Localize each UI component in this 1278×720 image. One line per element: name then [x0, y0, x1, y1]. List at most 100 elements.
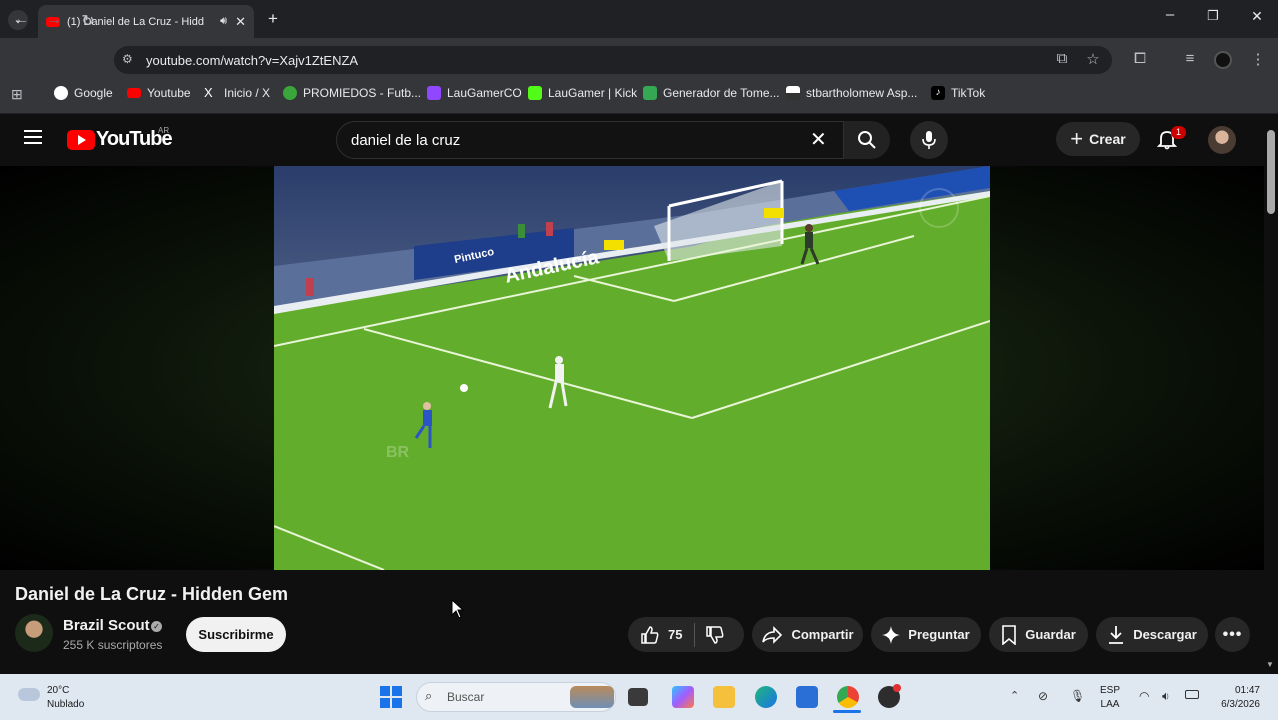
subscribe-button[interactable]: Suscribirme: [186, 617, 286, 652]
site-info-icon[interactable]: ⚙︎: [122, 52, 133, 66]
taskbar-search-placeholder: Buscar: [447, 690, 485, 704]
clear-search-icon[interactable]: ✕: [810, 127, 827, 152]
channel-name[interactable]: Brazil Scout: [63, 617, 150, 634]
language-top: ESP: [1100, 685, 1121, 696]
clock[interactable]: 01:47 6/3/2026: [1212, 684, 1260, 712]
microphone-icon: [922, 131, 936, 149]
browser-menu-icon[interactable]: ⋮: [1248, 50, 1268, 68]
battery-icon[interactable]: [1185, 690, 1199, 699]
share-button[interactable]: Compartir: [752, 617, 863, 652]
video-frame[interactable]: Andalucía Pintuco BR: [274, 166, 990, 570]
wifi-icon[interactable]: ◠: [1139, 689, 1149, 703]
bookmark-generador[interactable]: Generador de Tome...: [643, 86, 780, 100]
url-text: youtube.com/watch?v=Xajv1ZtENZA: [146, 52, 359, 68]
task-view-icon[interactable]: [628, 688, 648, 706]
weather-condition: Nublado: [47, 699, 85, 710]
bookmark-star-icon[interactable]: ☆: [1083, 50, 1103, 68]
guide-menu-icon[interactable]: [24, 130, 42, 144]
close-window-icon[interactable]: ✕: [1247, 8, 1267, 25]
x-logo-icon: X: [204, 85, 213, 100]
minimize-icon[interactable]: –: [1160, 6, 1180, 23]
download-icon: [1109, 625, 1124, 644]
thumbs-down-icon: [706, 625, 724, 644]
bookmark-youtube[interactable]: Youtube: [127, 86, 191, 100]
create-button[interactable]: + Crear: [1056, 122, 1140, 156]
tab-close-icon[interactable]: ✕: [235, 14, 246, 30]
bookmark-x[interactable]: X Inicio / X: [204, 85, 271, 101]
scrollbar-thumb[interactable]: [1267, 130, 1275, 214]
new-tab-icon[interactable]: +: [263, 9, 283, 29]
google-icon: [54, 86, 68, 100]
search-highlight-image[interactable]: [570, 686, 614, 708]
copilot-icon[interactable]: [672, 686, 694, 708]
search-input[interactable]: daniel de la cruz: [336, 121, 844, 159]
taskbar-search-icon: ⌕: [425, 688, 433, 703]
voice-search-button[interactable]: [910, 121, 948, 159]
back-icon[interactable]: ←: [10, 11, 32, 29]
bookmark-kick[interactable]: LauGamer | Kick: [528, 86, 637, 100]
kick-icon: [528, 86, 542, 100]
channel-watermark: BR: [386, 444, 410, 461]
soccer-field-image: [274, 166, 990, 570]
country-code: AR: [158, 126, 170, 135]
like-count: 75: [668, 627, 683, 642]
install-app-icon[interactable]: ⧉: [1052, 50, 1072, 67]
profile-icon[interactable]: [1214, 51, 1232, 69]
thumbs-up-icon: [641, 625, 659, 644]
like-dislike-group: 75: [628, 617, 744, 652]
store-icon[interactable]: [796, 686, 818, 708]
bookmark-label: stbartholomew Asp...: [806, 86, 918, 100]
bookmark-label: PROMIEDOS - Futb...: [303, 86, 422, 100]
channel-avatar[interactable]: [15, 614, 53, 652]
restore-window-icon[interactable]: ❐: [1203, 8, 1223, 24]
video-title: Daniel de La Cruz - Hidden Gem: [15, 584, 289, 604]
bookmark-promiedos[interactable]: PROMIEDOS - Futb...: [283, 86, 421, 100]
media-controls-icon[interactable]: ≡: [1180, 50, 1200, 67]
save-button[interactable]: Guardar: [989, 617, 1088, 652]
bookmark-label: Inicio / X: [224, 86, 271, 100]
bookmark-google[interactable]: Google: [54, 86, 113, 100]
language-indicator[interactable]: ESP LAA: [1100, 684, 1120, 712]
bookmark-label: Generador de Tome...: [663, 86, 780, 100]
weather-widget[interactable]: 20°C Nublado: [47, 684, 84, 712]
notification-badge: 1: [1171, 126, 1186, 139]
forward-icon[interactable]: →: [43, 11, 65, 29]
save-label: Guardar: [1025, 627, 1076, 642]
sparkle-icon: [882, 625, 901, 644]
microphone-tray-icon[interactable]: 🎙︎: [1070, 689, 1085, 703]
windows-start-icon[interactable]: [380, 686, 402, 708]
bookmark-label: Youtube: [147, 86, 191, 100]
share-icon: [762, 625, 783, 644]
more-actions-icon[interactable]: •••: [1215, 617, 1250, 652]
bookmark-twitch[interactable]: LauGamerCO: [427, 86, 522, 100]
plus-icon: +: [1070, 126, 1084, 151]
download-button[interactable]: Descargar: [1096, 617, 1208, 652]
show-hidden-icons-icon[interactable]: ⌃: [1010, 689, 1019, 702]
browser-tab-active[interactable]: (1) Daniel de La Cruz - Hidd 🔊︎ ✕: [38, 5, 254, 38]
volume-icon[interactable]: 🔉︎: [1162, 689, 1170, 704]
search-button[interactable]: [844, 121, 890, 159]
bookmark-tiktok[interactable]: ♪ TikTok: [931, 86, 985, 100]
ask-button[interactable]: Preguntar: [871, 617, 981, 652]
bookmark-stbartholomew[interactable]: stbartholomew Asp...: [786, 86, 917, 100]
youtube-logo-icon[interactable]: [67, 130, 95, 150]
file-explorer-icon[interactable]: [713, 686, 735, 708]
scroll-down-arrow-icon[interactable]: ▼: [1266, 660, 1274, 669]
apps-grid-icon[interactable]: ⊞: [11, 86, 23, 103]
clock-date: 6/3/2026: [1221, 699, 1260, 710]
network-off-icon[interactable]: ⊘: [1038, 689, 1048, 703]
ask-label: Preguntar: [908, 627, 970, 642]
edge-icon[interactable]: [755, 686, 777, 708]
chrome-icon[interactable]: [837, 686, 859, 708]
address-bar[interactable]: youtube.com/watch?v=Xajv1ZtENZA: [114, 46, 1112, 74]
account-avatar[interactable]: [1208, 126, 1236, 154]
bookmark-label: LauGamer | Kick: [548, 86, 638, 100]
like-button[interactable]: 75: [640, 622, 696, 647]
audio-playing-icon[interactable]: 🔊︎: [220, 15, 227, 28]
app-badge: [893, 684, 901, 692]
reload-icon[interactable]: ↻: [77, 11, 99, 31]
extensions-icon[interactable]: ⧠: [1130, 50, 1150, 67]
search-query: daniel de la cruz: [351, 131, 461, 149]
dislike-button[interactable]: [695, 625, 733, 645]
temperature: 20°C: [47, 685, 70, 696]
